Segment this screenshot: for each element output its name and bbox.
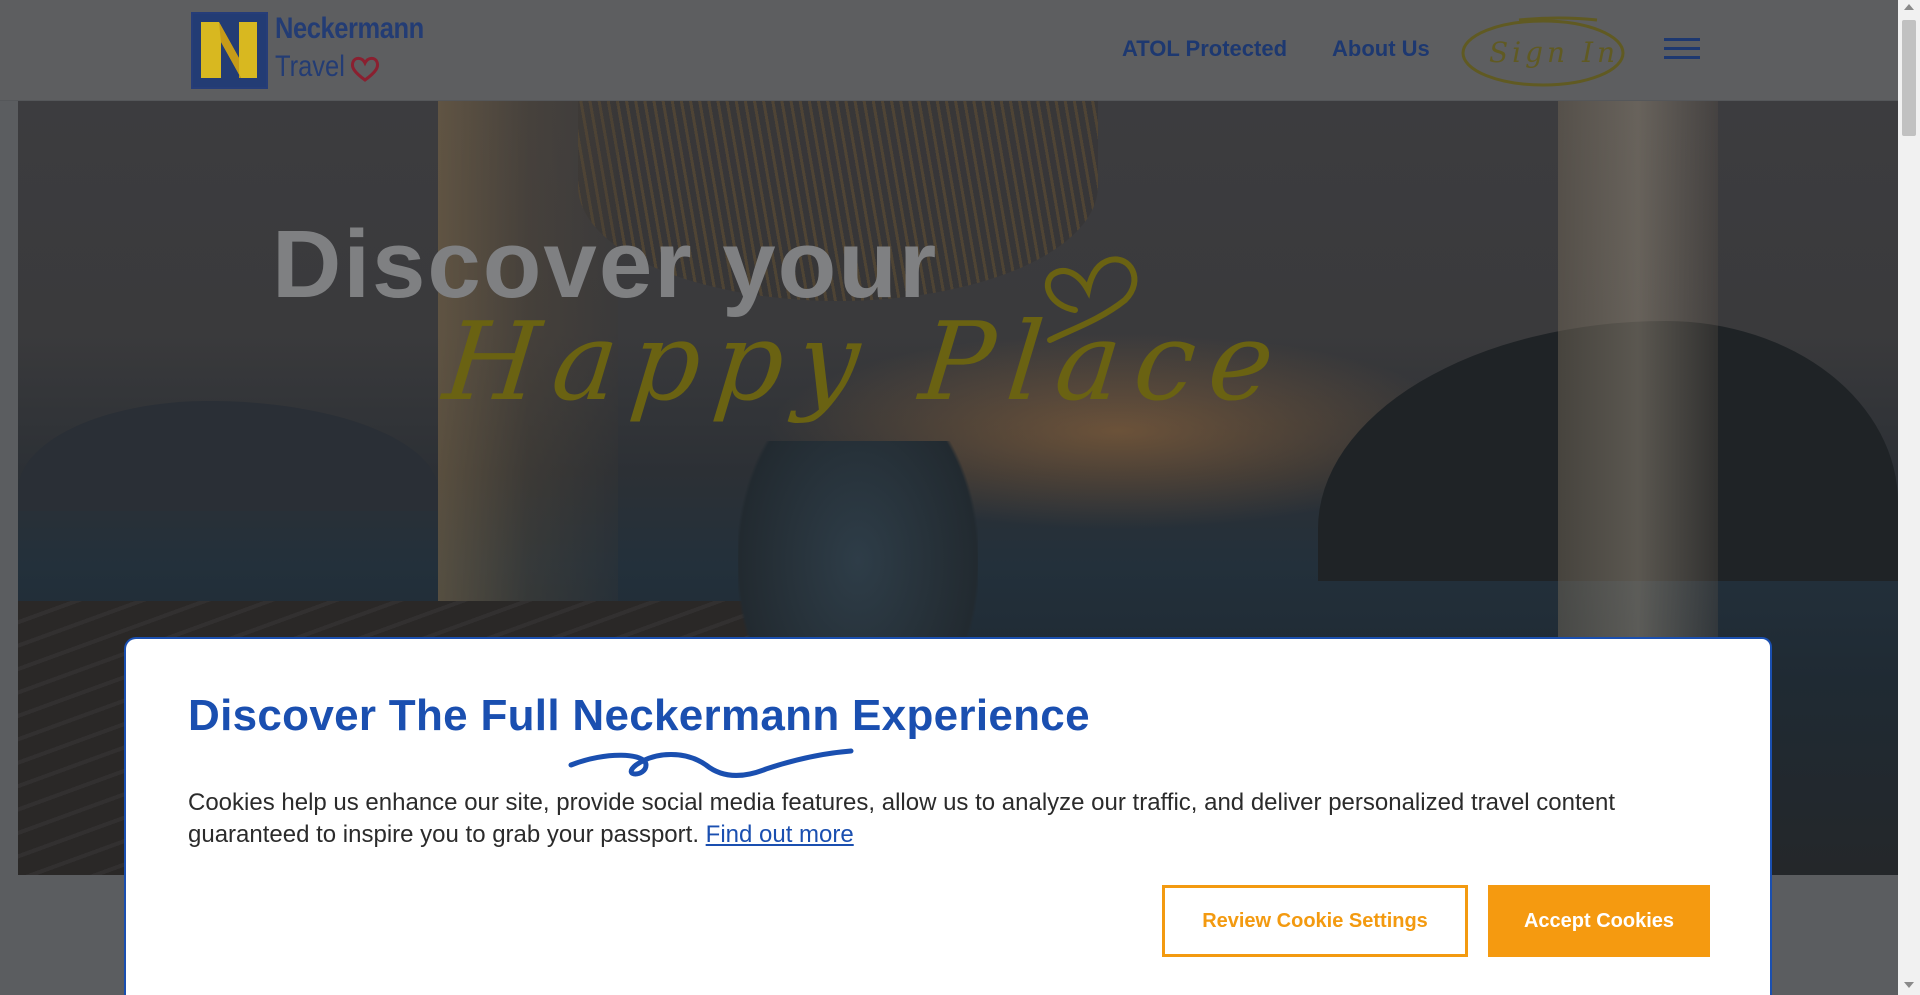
- logo-text-line1: Neckermann: [275, 12, 424, 45]
- logo-n-icon: [191, 12, 268, 89]
- squiggle-underline-icon: [568, 748, 854, 778]
- logo-heart-icon: [350, 56, 380, 82]
- cookie-dialog-body: Cookies help us enhance our site, provid…: [188, 787, 1688, 851]
- cookie-body-text: Cookies help us enhance our site, provid…: [188, 789, 1616, 848]
- cookie-consent-dialog: Discover The Full Neckermann Experience …: [124, 637, 1772, 995]
- cookie-dialog-title: Discover The Full Neckermann Experience: [188, 691, 1090, 740]
- neckermann-logo[interactable]: Neckermann Travel: [191, 12, 441, 90]
- hero-script-text: Happy Place: [438, 300, 1294, 425]
- sign-in-label: Sign In: [1489, 36, 1620, 69]
- sign-in-button[interactable]: Sign In: [1459, 14, 1629, 88]
- hero-background-hills: [18, 401, 438, 511]
- find-out-more-link[interactable]: Find out more: [706, 821, 854, 848]
- vertical-scrollbar[interactable]: [1898, 0, 1920, 995]
- nav-atol-protected[interactable]: ATOL Protected: [1122, 36, 1287, 62]
- scroll-down-arrow-icon[interactable]: [1904, 982, 1914, 988]
- review-cookie-settings-button[interactable]: Review Cookie Settings: [1162, 885, 1468, 957]
- heart-outline-icon: [1044, 256, 1138, 343]
- accept-cookies-button[interactable]: Accept Cookies: [1488, 885, 1710, 957]
- scroll-up-arrow-icon[interactable]: [1904, 4, 1914, 10]
- hamburger-icon[interactable]: [1664, 38, 1700, 60]
- site-header: Neckermann Travel ATOL Protected About U…: [0, 0, 1898, 101]
- scrollbar-thumb[interactable]: [1902, 20, 1916, 136]
- logo-text-line2: Travel: [275, 50, 345, 83]
- nav-about-us[interactable]: About Us: [1332, 36, 1430, 62]
